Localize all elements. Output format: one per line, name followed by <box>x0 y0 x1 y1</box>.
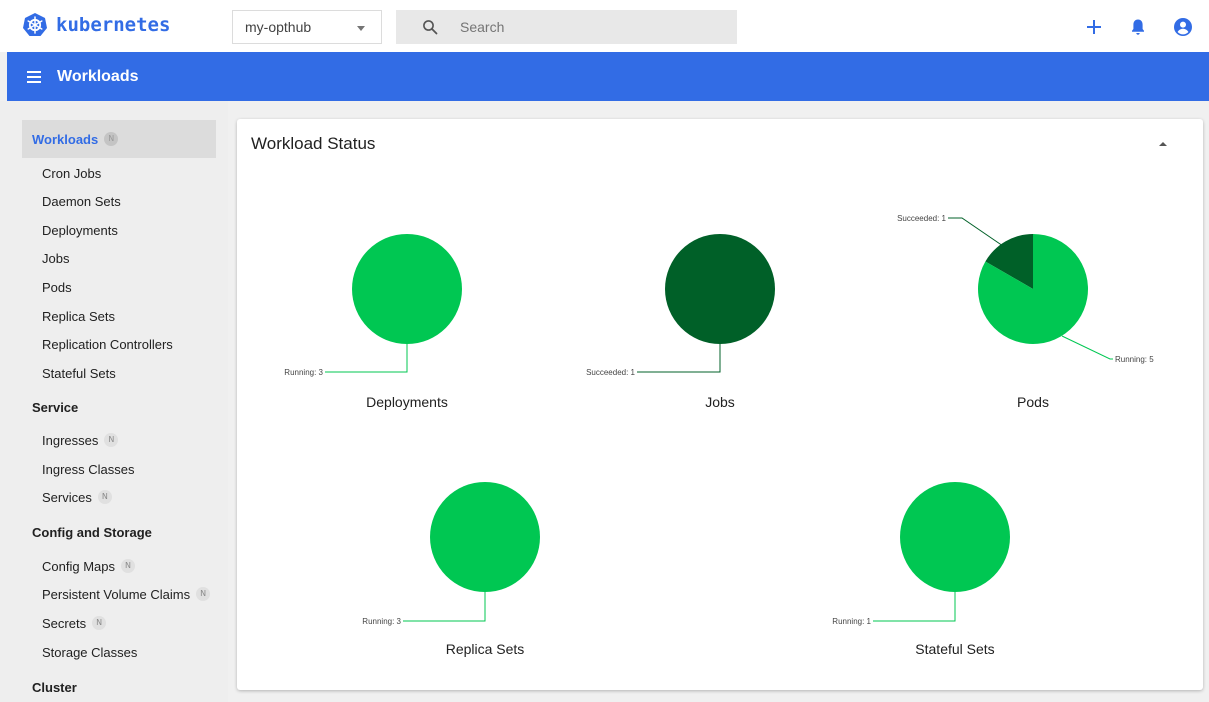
chart-title: Deployments <box>366 394 448 410</box>
slice-label: Running: 5 <box>1115 355 1154 364</box>
sidebar-item-cron-jobs[interactable]: Cron Jobs <box>42 164 101 182</box>
namespaced-badge: N <box>120 559 135 573</box>
sidebar-item-deployments[interactable]: Deployments <box>42 221 118 239</box>
brand-name: kubernetes <box>56 14 171 36</box>
chart-title: Jobs <box>705 394 735 410</box>
namespaced-badge: N <box>97 490 112 504</box>
workload-status-card: Workload Status Running: 3 Deployments Suc… <box>237 119 1203 690</box>
search-icon <box>423 20 438 35</box>
namespaced-badge: N <box>104 132 119 146</box>
sidebar-item-label: Ingresses <box>42 432 99 448</box>
chart-title: Pods <box>1017 394 1049 410</box>
slice-label: Succeeded: 1 <box>897 214 946 223</box>
page-title: Workloads <box>57 67 139 85</box>
pie-chart-pods: Running: 5 Succeeded: 1 Pods <box>897 214 1154 410</box>
search-bar[interactable]: Search <box>396 10 737 44</box>
sidebar-item-label: Services <box>42 489 92 505</box>
pie-slice-succeeded[interactable] <box>665 234 775 344</box>
top-bar: kubernetes my-opthub Search <box>0 0 1209 52</box>
chart-title: Replica Sets <box>446 641 525 657</box>
sidebar-item-storage-classes[interactable]: Storage Classes <box>42 643 137 661</box>
leader-line <box>873 592 956 622</box>
search-input[interactable]: Search <box>460 19 504 35</box>
sidebar-item-persistent-volume-claims[interactable]: Persistent Volume Claims N <box>42 585 211 603</box>
sidebar-item-label: Storage Classes <box>42 644 138 660</box>
leader-line <box>325 344 408 373</box>
namespaced-badge: N <box>92 616 107 630</box>
leader-line <box>637 344 721 373</box>
sidebar-item-pods[interactable]: Pods <box>42 278 72 296</box>
sidebar-item-label: Workloads <box>32 131 99 147</box>
sidebar-item-services[interactable]: Services N <box>42 488 112 506</box>
sidebar-item-workloads[interactable]: Workloads N <box>22 120 216 158</box>
chart-title: Stateful Sets <box>915 641 994 657</box>
sidebar-section-title: Config and Storage <box>32 524 152 540</box>
pie-slice-running[interactable] <box>900 482 1010 592</box>
app-bar: Workloads <box>7 52 1209 101</box>
leader-line <box>403 592 486 622</box>
namespace-select[interactable]: my-opthub <box>232 10 382 44</box>
workload-charts: Running: 3 Deployments Succeeded: 1 Jobs Run… <box>284 214 1154 657</box>
sidebar-section-title: Service <box>32 399 79 415</box>
account-icon <box>1174 18 1192 36</box>
slice-label: Running: 3 <box>362 617 401 626</box>
slice-label: Succeeded: 1 <box>586 368 635 377</box>
namespaced-badge: N <box>196 587 211 601</box>
leader-line <box>948 217 1004 247</box>
sidebar-item-label: Deployments <box>42 222 118 238</box>
sidebar-item-label: Stateful Sets <box>42 365 116 381</box>
pie-chart-jobs: Succeeded: 1 Jobs <box>586 234 775 410</box>
pie-chart-stateful-sets: Running: 1 Stateful Sets <box>832 482 1010 657</box>
bell-icon <box>1132 19 1144 35</box>
sidebar-item-replication-controllers[interactable]: Replication Controllers <box>42 335 173 353</box>
notifications-button[interactable] <box>1127 16 1149 38</box>
sidebar: Workloads N Cron Jobs Daemon Sets Deploy… <box>0 101 228 702</box>
sidebar-item-ingresses[interactable]: Ingresses N <box>42 431 119 449</box>
pie-chart-replica-sets: Running: 3 Replica Sets <box>362 482 540 657</box>
chevron-down-icon <box>357 26 365 31</box>
sidebar-item-label: Ingress Classes <box>42 461 135 477</box>
sidebar-item-label: Replica Sets <box>42 308 115 324</box>
sidebar-item-label: Config Maps <box>42 558 115 574</box>
sidebar-item-daemon-sets[interactable]: Daemon Sets <box>42 192 121 210</box>
sidebar-section-config-and-storage: Config and Storage <box>32 523 152 541</box>
sidebar-section-title: Cluster <box>32 679 77 695</box>
leader-line <box>1061 335 1113 360</box>
sidebar-item-label: Daemon Sets <box>42 193 121 209</box>
sidebar-item-ingress-classes[interactable]: Ingress Classes <box>42 460 134 478</box>
sidebar-item-label: Pods <box>42 279 72 295</box>
sidebar-item-label: Secrets <box>42 615 87 631</box>
sidebar-item-label: Cron Jobs <box>42 165 102 181</box>
sidebar-section-cluster: Cluster <box>32 678 77 696</box>
brand-logo[interactable]: kubernetes <box>22 12 170 38</box>
sidebar-item-stateful-sets[interactable]: Stateful Sets <box>42 364 116 382</box>
sidebar-item-label: Persistent Volume Claims <box>42 586 191 602</box>
create-button[interactable] <box>1083 16 1105 38</box>
sidebar-section-service: Service <box>32 398 78 416</box>
namespace-value: my-opthub <box>245 19 312 35</box>
plus-icon <box>1087 20 1101 34</box>
sidebar-item-label: Jobs <box>42 250 70 266</box>
namespaced-badge: N <box>104 433 119 447</box>
sidebar-item-label: Replication Controllers <box>42 336 173 352</box>
sidebar-item-jobs[interactable]: Jobs <box>42 249 69 267</box>
sidebar-item-secrets[interactable]: Secrets N <box>42 614 107 632</box>
pie-slice-running[interactable] <box>352 234 462 344</box>
kubernetes-icon <box>23 13 47 36</box>
account-button[interactable] <box>1172 16 1194 38</box>
pie-slice-running[interactable] <box>430 482 540 592</box>
menu-icon[interactable] <box>27 70 41 83</box>
slice-label: Running: 1 <box>832 617 871 626</box>
sidebar-item-config-maps[interactable]: Config Maps N <box>42 557 135 575</box>
slice-label: Running: 3 <box>284 368 323 377</box>
sidebar-item-replica-sets[interactable]: Replica Sets <box>42 307 115 325</box>
pie-chart-deployments: Running: 3 Deployments <box>284 234 462 410</box>
